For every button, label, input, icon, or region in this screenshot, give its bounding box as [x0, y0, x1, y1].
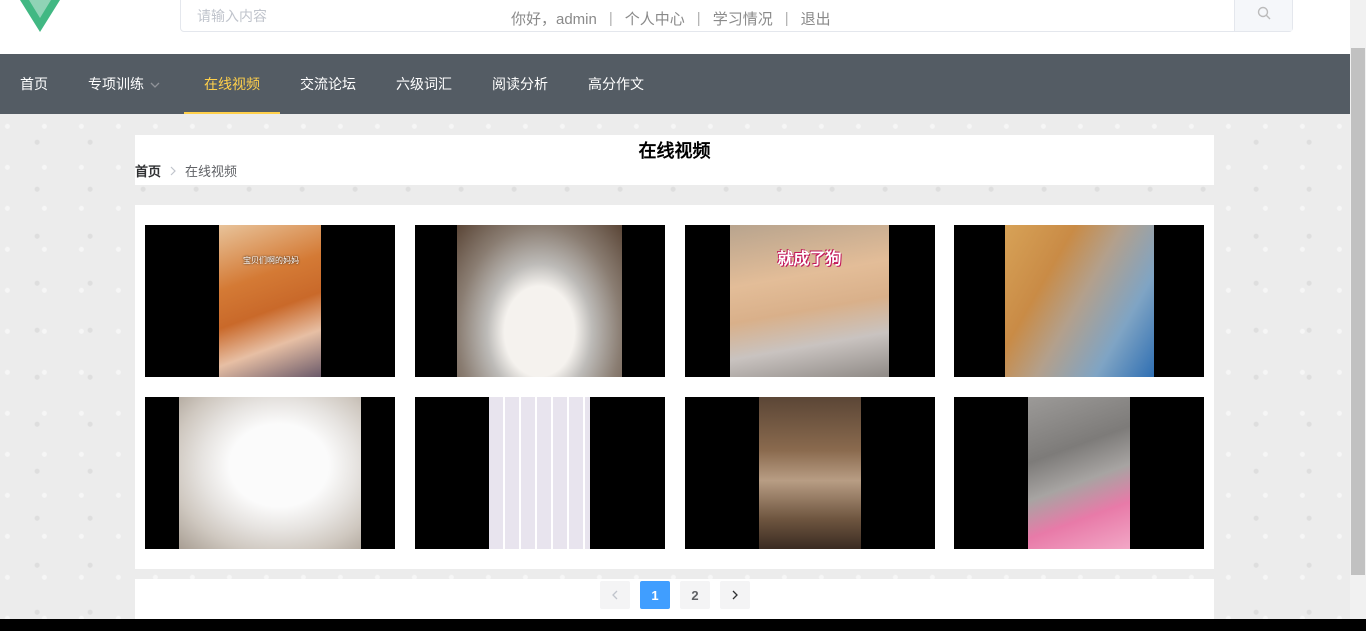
nav-item-label: 首页 [20, 76, 48, 92]
video-caption: 宝贝们啊的妈妈 [243, 256, 299, 265]
vue-logo-icon [20, 0, 60, 32]
video-card[interactable] [954, 397, 1204, 549]
separator: | [784, 10, 789, 27]
top-header: 你好，admin | 个人中心 | 学习情况 | 退出 [0, 0, 1350, 54]
video-card[interactable]: 宝贝们啊的妈妈 [145, 225, 395, 377]
page-title: 在线视频 [638, 141, 711, 161]
pagination: 1 2 [135, 579, 1214, 619]
page-title-card: 在线视频 首页 在线视频 [135, 135, 1214, 185]
video-grid: 宝贝们啊的妈妈 就成了狗 [135, 205, 1214, 569]
video-thumbnail: 宝贝们啊的妈妈 [219, 225, 321, 377]
separator: | [608, 10, 613, 27]
nav-item-cet6-vocab[interactable]: 六级词汇 [376, 54, 472, 114]
logout-link[interactable]: 退出 [801, 8, 831, 29]
nav-item-forum[interactable]: 交流论坛 [280, 54, 376, 114]
breadcrumb-current: 在线视频 [185, 164, 238, 179]
profile-link[interactable]: 个人中心 [625, 8, 685, 29]
breadcrumb-home[interactable]: 首页 [135, 161, 161, 180]
prev-page-button[interactable] [600, 581, 630, 609]
nav-item-home[interactable]: 首页 [0, 54, 68, 114]
bottom-bar [0, 619, 1366, 631]
video-card[interactable] [415, 397, 665, 549]
page-button-1[interactable]: 1 [640, 581, 670, 609]
next-page-button[interactable] [720, 581, 750, 609]
video-thumbnail [489, 397, 590, 549]
user-links: 你好，admin | 个人中心 | 学习情况 | 退出 [511, 8, 831, 29]
nav-item-label: 六级词汇 [396, 76, 452, 92]
search-input[interactable] [195, 3, 499, 29]
chevron-right-icon [732, 590, 738, 600]
video-thumbnail: 就成了狗 [730, 225, 889, 377]
video-thumbnail [1005, 225, 1154, 377]
nav-item-label: 阅读分析 [492, 76, 548, 92]
nav-item-label: 专项训练 [88, 76, 144, 92]
video-thumbnail [179, 397, 361, 549]
nav-item-label: 交流论坛 [300, 76, 356, 92]
chevron-right-icon [170, 166, 176, 175]
video-thumbnail [1028, 397, 1130, 549]
page-button-2[interactable]: 2 [680, 581, 710, 609]
video-thumbnail [457, 225, 622, 377]
study-status-link[interactable]: 学习情况 [713, 8, 773, 29]
greeting-text: 你好，admin [511, 11, 597, 28]
nav-item-special-training[interactable]: 专项训练 [68, 54, 180, 114]
nav-item-essay[interactable]: 高分作文 [568, 54, 664, 114]
nav-item-label: 高分作文 [588, 76, 644, 92]
search-button[interactable] [1234, 0, 1292, 31]
video-card[interactable] [685, 397, 935, 549]
separator: | [696, 10, 701, 27]
chevron-down-icon [150, 82, 160, 89]
video-thumbnail [759, 397, 861, 549]
nav-item-reading[interactable]: 阅读分析 [472, 54, 568, 114]
nav-item-label: 在线视频 [204, 76, 260, 92]
nav-item-online-video[interactable]: 在线视频 [184, 54, 280, 114]
chevron-left-icon [612, 590, 618, 600]
video-card[interactable] [145, 397, 395, 549]
scrollbar-thumb[interactable] [1351, 48, 1365, 575]
search-icon [1257, 6, 1270, 20]
main-nav: 首页 专项训练 在线视频 交流论坛 六级词汇 阅读分析 高分作文 [0, 54, 1350, 114]
video-card[interactable] [954, 225, 1204, 377]
video-caption: 就成了狗 [777, 251, 842, 268]
video-card[interactable]: 就成了狗 [685, 225, 935, 377]
video-card[interactable] [415, 225, 665, 377]
breadcrumb: 首页 在线视频 [135, 161, 237, 180]
